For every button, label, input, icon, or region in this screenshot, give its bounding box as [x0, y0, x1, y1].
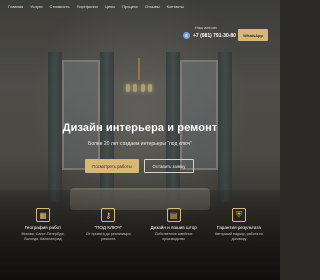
- features-list: ▦ География работ Москва, Санкт-Петербур…: [14, 208, 268, 241]
- phone-icon: ✆: [183, 32, 190, 39]
- nav-item[interactable]: Отзывы: [145, 4, 160, 9]
- nav-item[interactable]: Процесс: [122, 4, 138, 9]
- nav-item[interactable]: Цены: [105, 4, 115, 9]
- nav-item[interactable]: Контакты: [167, 4, 184, 9]
- feature-desc: Собственное швейное производство: [154, 232, 193, 241]
- key-icon: ⚷: [101, 208, 116, 222]
- feature-title: География работ: [24, 225, 62, 230]
- main-nav: Главная Услуги Стоимость Портфолио Цены …: [8, 4, 184, 9]
- feature-desc: Авторский надзор, работа по договору: [214, 232, 264, 241]
- page-title: Дизайн интерьера и ремонт: [62, 122, 218, 134]
- furniture-icon: ▤: [166, 208, 181, 222]
- contacts-label: Наш ватсап: [195, 25, 217, 30]
- phone-number[interactable]: +7 (981) 791-30-80: [193, 33, 236, 39]
- feature-desc: Москва, Санкт-Петербург, Вологда, Калини…: [21, 232, 65, 241]
- feature-item: ▤ Дизайн и пошив штор Собственное швейно…: [145, 208, 203, 241]
- feature-title: Дизайн и пошив штор: [150, 225, 197, 230]
- building-icon: ▦: [36, 208, 50, 222]
- nav-item[interactable]: Услуги: [30, 4, 42, 9]
- feature-item: ▦ География работ Москва, Санкт-Петербур…: [14, 208, 72, 241]
- feature-item: ⚷ "ПОД КЛЮЧ" От проекта до реализации ре…: [79, 208, 137, 241]
- nav-item[interactable]: Главная: [8, 4, 23, 9]
- feature-title: Гарантия результата: [217, 225, 261, 230]
- page-subtitle: Более 20 лет создаем интерьеры "под ключ…: [88, 141, 192, 147]
- feature-title: "ПОД КЛЮЧ": [94, 225, 123, 230]
- nav-item[interactable]: Стоимость: [50, 4, 70, 9]
- nav-item[interactable]: Портфолио: [77, 4, 98, 9]
- request-button[interactable]: Оставить заявку: [144, 159, 194, 173]
- feature-item: ⛨ Гарантия результата Авторский надзор, …: [210, 208, 268, 241]
- view-works-button[interactable]: Посмотреть работы: [85, 159, 139, 173]
- phone-row[interactable]: ✆ +7 (981) 791-30-80: [183, 32, 236, 39]
- shield-icon: ⛨: [231, 208, 246, 222]
- feature-desc: От проекта до реализации ремонта: [86, 232, 131, 241]
- whatsapp-button[interactable]: WhatsApp: [238, 29, 268, 41]
